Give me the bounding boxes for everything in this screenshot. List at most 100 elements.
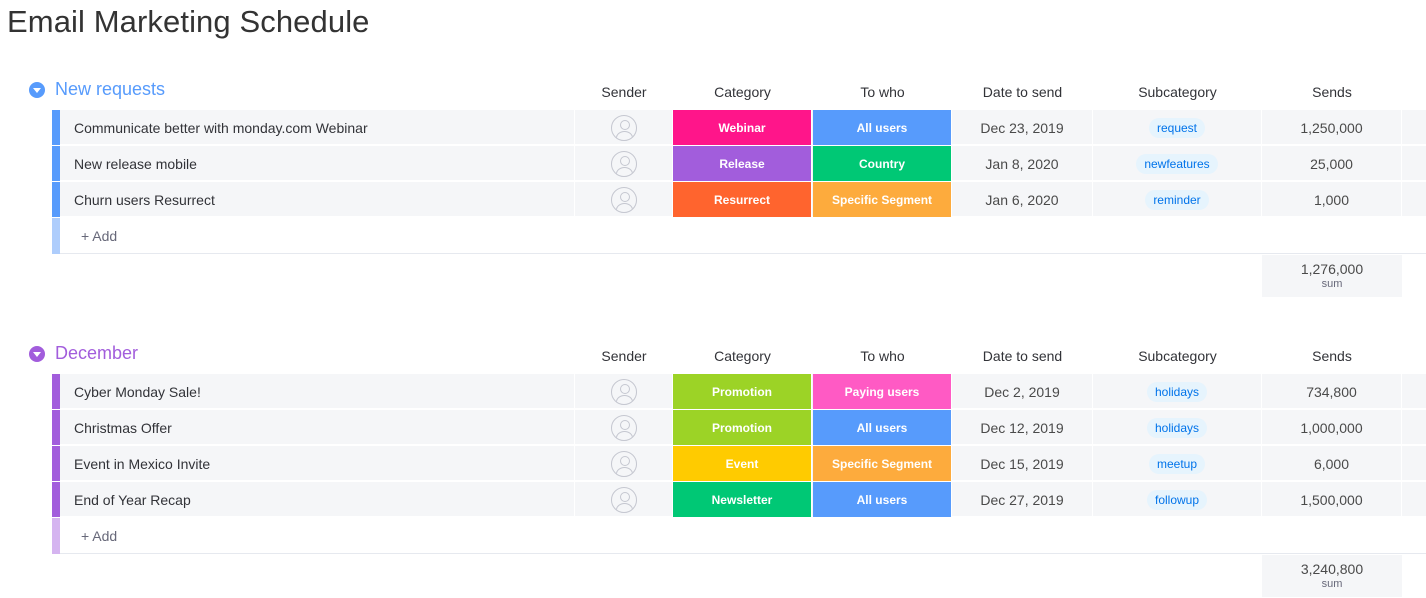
group-title[interactable]: December	[55, 343, 138, 364]
to-who-status[interactable]: Paying users	[813, 374, 952, 409]
person-icon	[610, 150, 637, 177]
person-icon	[610, 114, 637, 141]
sum-value: 1,276,000	[1300, 261, 1364, 277]
person-icon	[610, 414, 637, 441]
item-name[interactable]: Christmas Offer	[60, 410, 575, 445]
sends-cell[interactable]: 1,000,000	[1262, 410, 1402, 445]
extra-cell	[1402, 146, 1426, 181]
sum-value: 3,240,800	[1300, 561, 1364, 577]
add-row-color-bar	[52, 518, 60, 554]
add-item-row[interactable]: + Add	[52, 218, 1426, 254]
sender-cell[interactable]	[575, 446, 673, 481]
sends-cell[interactable]: 734,800	[1262, 374, 1402, 409]
subcategory-tag[interactable]: newfeatures	[1136, 153, 1218, 174]
person-icon	[610, 486, 637, 513]
to-who-status[interactable]: Country	[813, 146, 952, 181]
table-row[interactable]: Churn users Resurrect Resurrect Specific…	[52, 182, 1426, 217]
column-header-sender[interactable]: Sender	[575, 84, 673, 100]
item-name[interactable]: New release mobile	[60, 146, 575, 181]
column-header-subcategory[interactable]: Subcategory	[1093, 84, 1262, 100]
subcategory-tag[interactable]: holidays	[1146, 381, 1208, 402]
sends-cell[interactable]: 1,500,000	[1262, 482, 1402, 517]
date-cell[interactable]: Dec 27, 2019	[952, 482, 1093, 517]
extra-cell	[1402, 482, 1426, 517]
subcategory-cell[interactable]: holidays	[1093, 374, 1262, 409]
to-who-status[interactable]: All users	[813, 410, 952, 445]
chevron-down-icon[interactable]	[29, 346, 45, 362]
column-header-to-who[interactable]: To who	[813, 348, 952, 364]
subcategory-cell[interactable]: meetup	[1093, 446, 1262, 481]
subcategory-tag[interactable]: followup	[1146, 489, 1208, 510]
sender-cell[interactable]	[575, 182, 673, 217]
sends-sum: 1,276,000 sum	[1262, 255, 1402, 297]
item-name[interactable]: Event in Mexico Invite	[60, 446, 575, 481]
subcategory-cell[interactable]: followup	[1093, 482, 1262, 517]
sends-sum: 3,240,800 sum	[1262, 555, 1402, 597]
category-status[interactable]: Promotion	[673, 410, 812, 445]
column-header-subcategory[interactable]: Subcategory	[1093, 348, 1262, 364]
to-who-status[interactable]: All users	[813, 110, 952, 145]
category-status[interactable]: Resurrect	[673, 182, 812, 217]
date-cell[interactable]: Jan 6, 2020	[952, 182, 1093, 217]
sends-cell[interactable]: 6,000	[1262, 446, 1402, 481]
subcategory-tag[interactable]: request	[1148, 117, 1206, 138]
row-color-bar	[52, 482, 60, 517]
subcategory-tag[interactable]: holidays	[1146, 417, 1208, 438]
subcategory-tag[interactable]: reminder	[1145, 189, 1209, 210]
column-header-sends[interactable]: Sends	[1262, 348, 1402, 364]
table-row[interactable]: Cyber Monday Sale! Promotion Paying user…	[52, 374, 1426, 409]
item-name[interactable]: Cyber Monday Sale!	[60, 374, 575, 409]
item-name[interactable]: End of Year Recap	[60, 482, 575, 517]
subcategory-cell[interactable]: holidays	[1093, 410, 1262, 445]
category-status[interactable]: Promotion	[673, 374, 812, 409]
subcategory-cell[interactable]: reminder	[1093, 182, 1262, 217]
add-item-button[interactable]: + Add	[81, 228, 117, 244]
group-december: December Sender Category To who Date to …	[0, 337, 1426, 598]
sum-label: sum	[1321, 278, 1343, 290]
column-header-category[interactable]: Category	[673, 84, 812, 100]
sends-cell[interactable]: 1,250,000	[1262, 110, 1402, 145]
category-status[interactable]: Webinar	[673, 110, 812, 145]
column-header-date[interactable]: Date to send	[952, 348, 1093, 364]
chevron-down-icon[interactable]	[29, 82, 45, 98]
column-header-sender[interactable]: Sender	[575, 348, 673, 364]
subcategory-cell[interactable]: newfeatures	[1093, 146, 1262, 181]
sender-cell[interactable]	[575, 410, 673, 445]
sends-cell[interactable]: 1,000	[1262, 182, 1402, 217]
to-who-status[interactable]: All users	[813, 482, 952, 517]
group-title[interactable]: New requests	[55, 79, 165, 100]
sender-cell[interactable]	[575, 374, 673, 409]
category-status[interactable]: Newsletter	[673, 482, 812, 517]
table-row[interactable]: Event in Mexico Invite Event Specific Se…	[52, 446, 1426, 481]
category-status[interactable]: Event	[673, 446, 812, 481]
column-header-date[interactable]: Date to send	[952, 84, 1093, 100]
sender-cell[interactable]	[575, 146, 673, 181]
item-name[interactable]: Churn users Resurrect	[60, 182, 575, 217]
category-status[interactable]: Release	[673, 146, 812, 181]
item-name[interactable]: Communicate better with monday.com Webin…	[60, 110, 575, 145]
column-header-category[interactable]: Category	[673, 348, 812, 364]
table-row[interactable]: Communicate better with monday.com Webin…	[52, 110, 1426, 145]
subcategory-tag[interactable]: meetup	[1148, 453, 1206, 474]
page-title: Email Marketing Schedule	[7, 4, 370, 39]
column-header-to-who[interactable]: To who	[813, 84, 952, 100]
date-cell[interactable]: Dec 12, 2019	[952, 410, 1093, 445]
table-row[interactable]: End of Year Recap Newsletter All users D…	[52, 482, 1426, 517]
subcategory-cell[interactable]: request	[1093, 110, 1262, 145]
add-item-row[interactable]: + Add	[52, 518, 1426, 554]
table-row[interactable]: New release mobile Release Country Jan 8…	[52, 146, 1426, 181]
row-color-bar	[52, 374, 60, 409]
table-row[interactable]: Christmas Offer Promotion All users Dec …	[52, 410, 1426, 445]
date-cell[interactable]: Dec 23, 2019	[952, 110, 1093, 145]
to-who-status[interactable]: Specific Segment	[813, 446, 952, 481]
column-header-sends[interactable]: Sends	[1262, 84, 1402, 100]
date-cell[interactable]: Jan 8, 2020	[952, 146, 1093, 181]
date-cell[interactable]: Dec 15, 2019	[952, 446, 1093, 481]
sends-cell[interactable]: 25,000	[1262, 146, 1402, 181]
to-who-status[interactable]: Specific Segment	[813, 182, 952, 217]
sender-cell[interactable]	[575, 110, 673, 145]
sender-cell[interactable]	[575, 482, 673, 517]
extra-cell	[1402, 374, 1426, 409]
add-item-button[interactable]: + Add	[81, 528, 117, 544]
date-cell[interactable]: Dec 2, 2019	[952, 374, 1093, 409]
